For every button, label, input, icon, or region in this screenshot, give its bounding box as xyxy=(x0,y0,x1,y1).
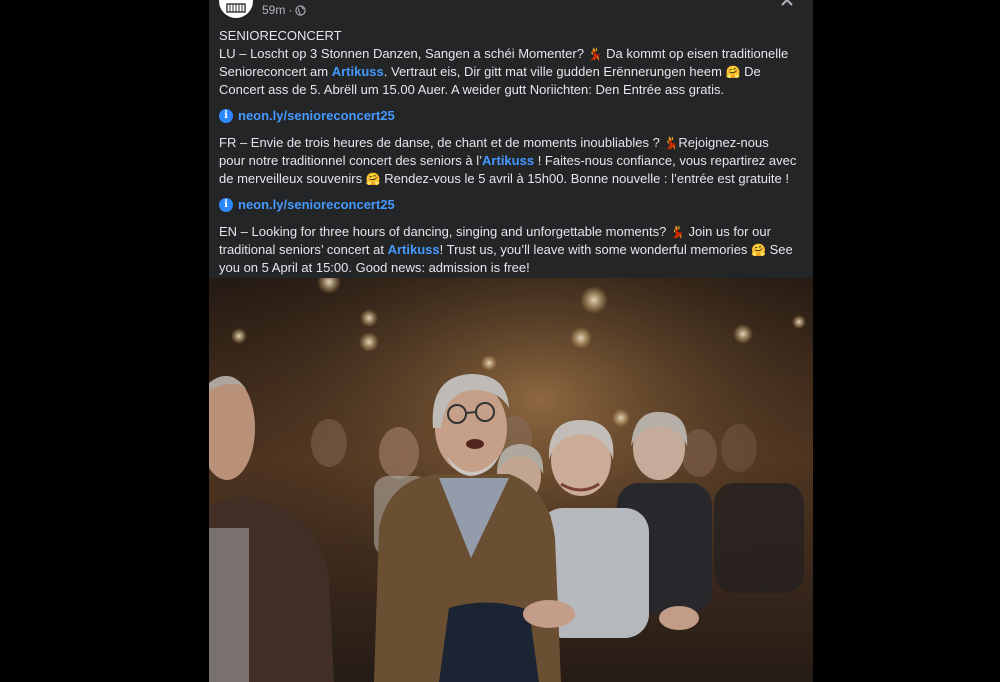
lu-line-3: Concert ass de 5. Abrëll um 15.00 Auer. … xyxy=(219,82,725,97)
page-avatar[interactable] xyxy=(219,0,253,18)
en-line-3: you on 5 April at 15:00. Good news: admi… xyxy=(219,260,530,275)
artikuss-tag-link[interactable]: Artikuss xyxy=(482,153,534,168)
dancer-emoji: 💃 xyxy=(587,47,603,61)
link-row-1: i neon.ly/senioreconcert25 xyxy=(219,107,809,125)
paragraph-fr: FR – Envie de trois heures de danse, de … xyxy=(219,134,809,188)
fr-line-3: de merveilleux souvenirs 🤗 Rendez-vous l… xyxy=(219,170,809,188)
post-body: SENIORECONCERT LU – Loscht op 3 Stonnen … xyxy=(219,27,809,285)
globe-icon xyxy=(295,4,306,16)
en-line-2: traditional seniors’ concert at Artikuss… xyxy=(219,241,809,259)
lu-line-1: LU – Loscht op 3 Stonnen Danzen, Sangen … xyxy=(219,45,809,63)
post-title: SENIORECONCERT xyxy=(219,28,342,43)
post-meta: 59m · xyxy=(262,2,306,18)
smile-emoji: 🤗 xyxy=(365,172,381,186)
paragraph-en: EN – Looking for three hours of dancing,… xyxy=(219,223,809,277)
fr-text: Rendez-vous le 5 avril à 15h00. Bonne no… xyxy=(380,171,789,186)
lu-text: Senioreconcert am xyxy=(219,64,332,79)
smile-emoji: 🤗 xyxy=(725,65,741,79)
neon-link-2[interactable]: neon.ly/senioreconcert25 xyxy=(238,196,395,214)
info-icon: i xyxy=(219,198,233,212)
close-button[interactable] xyxy=(777,0,797,10)
en-text: ! Trust us, you’ll leave with some wonde… xyxy=(439,242,752,257)
artikuss-tag-link[interactable]: Artikuss xyxy=(388,242,440,257)
lu-text: Da kommt op eisen traditionelle xyxy=(602,46,789,61)
lu-line-2: Senioreconcert am Artikuss. Vertraut eis… xyxy=(219,63,809,81)
link-row-2: i neon.ly/senioreconcert25 xyxy=(219,196,809,214)
lu-text: LU – Loscht op 3 Stonnen Danzen, Sangen … xyxy=(219,46,588,61)
en-text: traditional seniors’ concert at xyxy=(219,242,388,257)
lu-text: De xyxy=(740,64,761,79)
en-text: Join us for our xyxy=(684,224,771,239)
dancer-emoji: 💃 xyxy=(663,136,679,150)
fr-text: Rejoignez-nous xyxy=(678,135,769,150)
venue-logo-icon xyxy=(220,0,252,17)
fr-line-1: FR – Envie de trois heures de danse, de … xyxy=(219,134,809,152)
lu-text: . Vertraut eis, Dir gitt mat ville gudde… xyxy=(383,64,726,79)
meta-separator: · xyxy=(288,3,293,17)
en-text: See xyxy=(766,242,793,257)
en-text: EN – Looking for three hours of dancing,… xyxy=(219,224,670,239)
fr-text: pour notre traditionnel concert des seni… xyxy=(219,153,483,168)
fr-text: ! Faites-nous confiance, vous repartirez… xyxy=(534,153,797,168)
info-icon: i xyxy=(219,109,233,123)
dancer-emoji: 💃 xyxy=(669,225,685,239)
paragraph-lu: SENIORECONCERT LU – Loscht op 3 Stonnen … xyxy=(219,27,809,99)
en-line-1: EN – Looking for three hours of dancing,… xyxy=(219,223,809,241)
post-header: 59m · ··· xyxy=(209,0,813,22)
audience-photo xyxy=(209,278,813,682)
close-icon xyxy=(781,0,793,6)
fr-text: de merveilleux souvenirs xyxy=(219,171,366,186)
neon-link-1[interactable]: neon.ly/senioreconcert25 xyxy=(238,107,395,125)
post-photo[interactable] xyxy=(209,278,813,682)
smile-emoji: 🤗 xyxy=(751,243,766,257)
post-time[interactable]: 59m xyxy=(262,3,285,17)
post-card: 59m · ··· SENIORECONCERT LU – Loscht op … xyxy=(209,0,813,682)
artikuss-tag-link[interactable]: Artikuss xyxy=(332,64,384,79)
fr-text: FR – Envie de trois heures de danse, de … xyxy=(219,135,664,150)
fr-line-2: pour notre traditionnel concert des seni… xyxy=(219,152,809,170)
more-options-button[interactable]: ··· xyxy=(743,0,767,8)
